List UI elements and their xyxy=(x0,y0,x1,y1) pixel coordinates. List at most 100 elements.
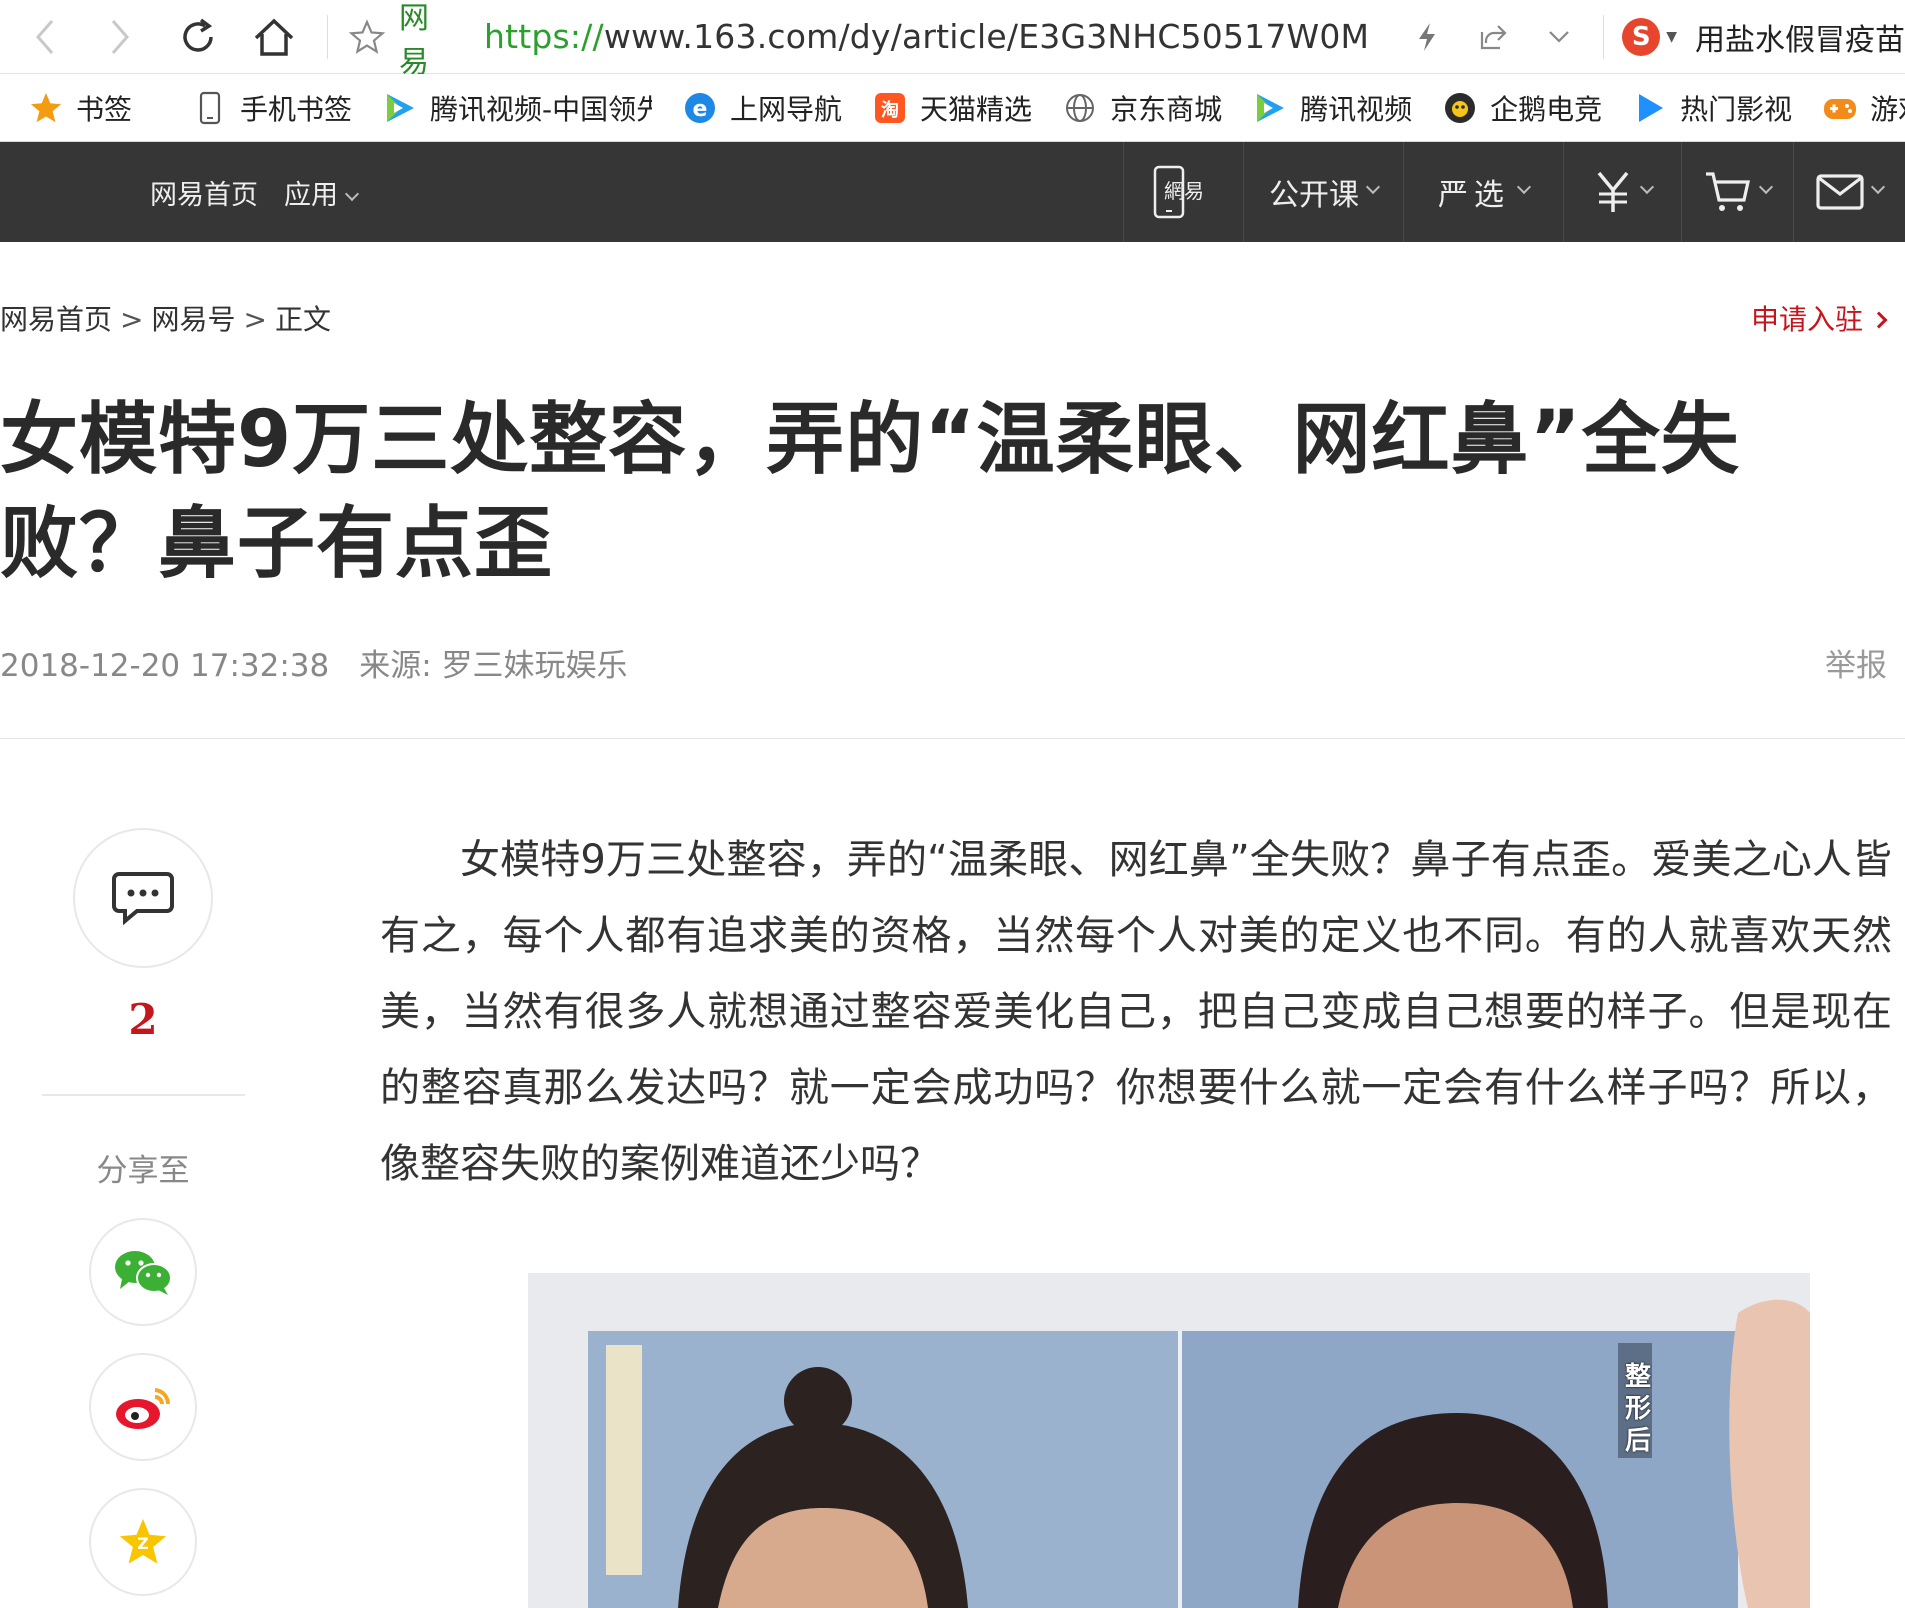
comment-icon xyxy=(112,872,174,926)
gamepad-icon xyxy=(1822,90,1858,126)
url-field[interactable]: https://www.163.com/dy/article/E3G3NHC50… xyxy=(484,17,1369,56)
nav-open-course[interactable]: 公开课 xyxy=(1243,142,1403,242)
share-page-button[interactable] xyxy=(1473,17,1513,57)
bookmark-star-button[interactable] xyxy=(346,18,389,55)
ie-icon: e xyxy=(682,90,718,126)
bookmark-label: 书签 xyxy=(76,92,133,126)
tmall-icon: 淘 xyxy=(872,90,908,126)
star-outline-icon xyxy=(349,18,386,54)
nav-yanxuan[interactable]: 严选 xyxy=(1403,142,1563,242)
apply-join-link[interactable]: 申请入驻 xyxy=(1750,298,1888,338)
before-after-photo xyxy=(528,1273,1810,1608)
browser-address-bar: 网易 https://www.163.com/dy/article/E3G3NH… xyxy=(0,0,1905,80)
bookmark-item[interactable]: 京东商城 xyxy=(1062,88,1222,128)
chevron-right-icon xyxy=(111,19,130,54)
phone-icon xyxy=(192,90,228,126)
svg-text:e: e xyxy=(693,97,708,122)
mobile-netease-icon: 網易 xyxy=(1153,165,1204,219)
bookmark-item[interactable]: 淘 天猫精选 xyxy=(872,88,1032,128)
home-button[interactable] xyxy=(236,0,313,74)
nav-open-course-label: 公开课 xyxy=(1269,178,1359,213)
bookmark-bar: 书签 手机书签 腾讯视频-中国领先 e 上网导航 淘 天猫精选 京东商城 腾讯视… xyxy=(0,74,1905,142)
chevron-down-icon xyxy=(344,186,360,201)
star-icon xyxy=(28,90,64,126)
breadcrumb-section-link[interactable]: 网易号 xyxy=(151,303,235,336)
article-paragraph: 女模特9万三处整容，弄的“温柔眼、网红鼻”全失败？鼻子有点歪。爱美之心人皆有之，… xyxy=(380,837,1892,1187)
qzone-icon: Z xyxy=(119,1518,167,1564)
penguin-esports-icon xyxy=(1442,90,1478,126)
bookmark-label: 热门影视 xyxy=(1680,92,1793,126)
chevron-down-icon xyxy=(1639,179,1655,195)
bookmark-label: 上网导航 xyxy=(730,92,843,126)
bookmark-label: 手机书签 xyxy=(240,92,353,126)
speed-mode-button[interactable] xyxy=(1407,17,1447,57)
lightning-icon xyxy=(1419,22,1436,51)
breadcrumb-current: 正文 xyxy=(274,303,331,336)
tencent-video-icon xyxy=(1252,90,1288,126)
yen-icon xyxy=(1597,171,1629,212)
url-scheme: https:// xyxy=(483,17,604,56)
apply-join-label: 申请入驻 xyxy=(1750,303,1863,336)
sogou-logo-icon: S xyxy=(1622,17,1661,56)
bookmark-item[interactable]: 企鹅电竞 xyxy=(1442,88,1602,128)
share-qzone-button[interactable]: Z xyxy=(89,1488,197,1596)
svg-text:網易: 網易 xyxy=(1164,179,1204,203)
nav-home-link[interactable]: 网易首页 xyxy=(150,173,258,212)
photo-caption: 整形后 xyxy=(1624,1362,1651,1456)
nav-finance[interactable] xyxy=(1563,142,1681,242)
nav-apps-menu[interactable]: 应用 xyxy=(284,173,360,212)
report-link[interactable]: 举报 xyxy=(1825,640,1887,685)
bookmark-item[interactable]: 书签 xyxy=(28,88,132,128)
breadcrumb: 网易首页 > 网易号 > 正文 xyxy=(0,298,331,338)
address-dropdown-button[interactable] xyxy=(1539,17,1579,57)
chevron-right-icon xyxy=(1870,311,1888,329)
url-path: www.163.com/dy/article/E3G3NHC50517W0M xyxy=(603,17,1370,56)
bookmark-item[interactable]: 游戏中心 xyxy=(1822,88,1905,128)
bookmark-label: 游戏中心 xyxy=(1870,92,1905,126)
bookmark-item[interactable]: 腾讯视频 xyxy=(1252,88,1412,128)
home-icon xyxy=(255,18,294,56)
comments-button[interactable] xyxy=(73,828,213,968)
search-hint[interactable]: 用盐水假冒疫苗 xyxy=(1695,15,1905,59)
bookmark-label: 腾讯视频 xyxy=(1300,92,1413,126)
nav-apps-label: 应用 xyxy=(284,179,338,211)
globe-icon xyxy=(1062,90,1098,126)
svg-text:淘: 淘 xyxy=(881,99,899,121)
bookmark-item[interactable]: 热门影视 xyxy=(1632,88,1792,128)
nav-mail[interactable] xyxy=(1793,142,1905,242)
share-label: 分享至 xyxy=(96,1153,190,1189)
chevron-left-icon xyxy=(36,19,54,54)
article-source[interactable]: 来源: 罗三妹玩娱乐 xyxy=(359,648,627,684)
breadcrumb-home-link[interactable]: 网易首页 xyxy=(0,303,112,336)
wechat-icon xyxy=(115,1251,172,1295)
breadcrumb-separator: > xyxy=(120,303,144,336)
site-identity: 网易 xyxy=(399,0,429,80)
bookmark-item[interactable]: e 上网导航 xyxy=(682,88,842,128)
share-icon xyxy=(1481,24,1507,49)
chevron-down-icon xyxy=(1870,179,1886,195)
article-title: 女模特9万三处整容，弄的“温柔眼、网红鼻”全失败？鼻子有点歪 xyxy=(0,395,1740,589)
nav-yanxuan-label: 严选 xyxy=(1438,178,1510,213)
share-weibo-button[interactable] xyxy=(89,1353,197,1461)
bookmark-label: 京东商城 xyxy=(1110,92,1223,126)
tencent-video-icon xyxy=(382,90,418,126)
nav-shop[interactable] xyxy=(1681,142,1793,242)
sidebar-divider xyxy=(42,1094,245,1096)
bookmark-item[interactable]: 腾讯视频-中国领先 xyxy=(382,88,652,128)
back-button[interactable] xyxy=(6,0,83,74)
reload-button[interactable] xyxy=(159,0,236,74)
weibo-icon xyxy=(116,1388,171,1429)
cart-icon xyxy=(1706,172,1750,211)
chevron-down-icon xyxy=(1549,30,1570,43)
header-divider xyxy=(0,738,1905,739)
toolbar-separator xyxy=(326,14,328,59)
reload-icon xyxy=(183,18,213,52)
bookmark-item[interactable]: 手机书签 xyxy=(192,88,352,128)
search-engine-selector[interactable]: S ▼ xyxy=(1622,17,1677,56)
mail-icon xyxy=(1816,174,1864,210)
comment-count[interactable]: 2 xyxy=(73,995,213,1044)
forward-button[interactable] xyxy=(83,0,160,74)
site-top-nav: 网易首页 应用 網易 公开课 严选 xyxy=(0,142,1905,242)
share-wechat-button[interactable] xyxy=(89,1218,197,1326)
nav-mobile-app[interactable]: 網易 xyxy=(1123,142,1243,242)
